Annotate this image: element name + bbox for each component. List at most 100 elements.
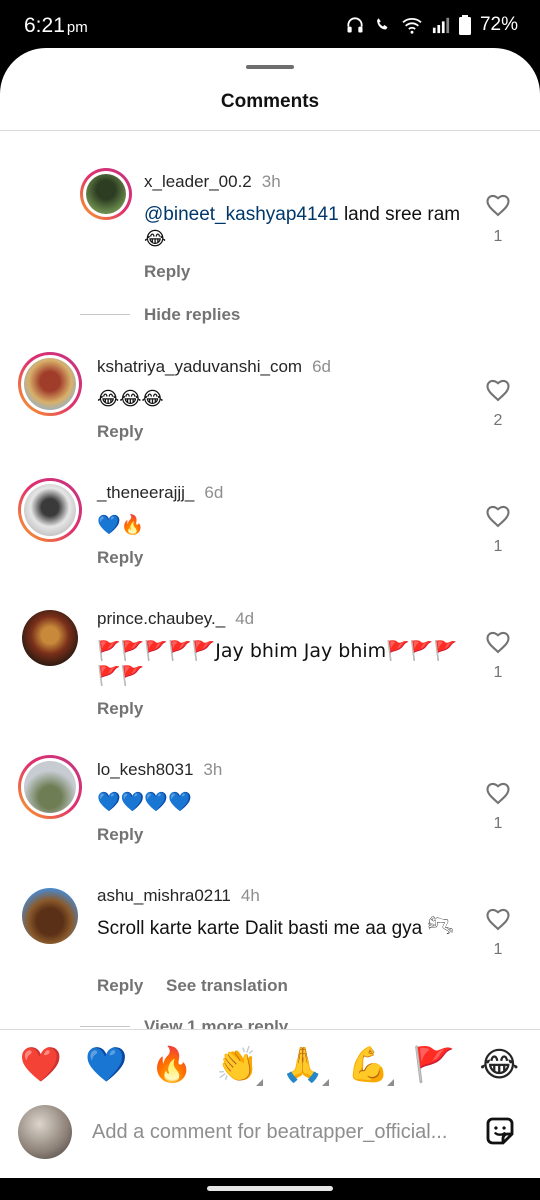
reply-button[interactable]: Reply — [144, 262, 190, 282]
thread-line — [80, 1026, 130, 1027]
comments-sheet: Comments x_leader_00.2 3h @bineet_kashyap… — [0, 48, 540, 1178]
avatar[interactable] — [22, 888, 78, 944]
comment-text: 💙💙💙💙 — [97, 791, 192, 813]
like-count: 1 — [493, 664, 503, 681]
reaction-blue-heart[interactable]: 💙 — [82, 1043, 130, 1088]
comment-username[interactable]: kshatriya_yaduvanshi_com 6d — [97, 357, 331, 377]
avatar-inner — [83, 171, 129, 217]
reaction-heart[interactable]: ❤️ — [17, 1043, 65, 1088]
reaction-pray[interactable]: 🙏 — [279, 1043, 329, 1088]
avatar-inner — [21, 758, 79, 816]
see-translation-button[interactable]: See translation — [166, 976, 288, 996]
reply-button[interactable]: Reply — [97, 699, 143, 719]
comment-username[interactable]: lo_kesh8031 3h — [97, 760, 222, 780]
like-count: 1 — [493, 941, 503, 958]
sticker-icon[interactable] — [482, 1113, 518, 1149]
hide-replies-button[interactable]: Hide replies — [144, 305, 240, 325]
comment-input[interactable] — [92, 1115, 462, 1149]
avatar-photo — [24, 358, 76, 410]
skin-tone-indicator — [387, 1079, 395, 1086]
heart-outline-icon[interactable] — [484, 779, 512, 807]
reaction-clap[interactable]: 👏 — [213, 1043, 264, 1088]
avatar-photo — [86, 174, 126, 214]
comment-username[interactable]: prince.chaubey._ 4d — [97, 609, 254, 629]
system-nav-bar — [0, 1178, 540, 1200]
wifi-icon — [401, 16, 423, 34]
current-user-avatar[interactable] — [18, 1105, 72, 1159]
comment-username[interactable]: ashu_mishra0211 4h — [97, 886, 260, 906]
username-text[interactable]: ashu_mishra0211 — [97, 886, 231, 905]
avatar-inner — [22, 610, 78, 666]
reaction-muscle-glyph: 💪 — [347, 1045, 390, 1085]
reaction-muscle[interactable]: 💪 — [344, 1043, 395, 1088]
reply-button[interactable]: Reply — [97, 825, 143, 845]
reaction-pray-glyph: 🙏 — [281, 1045, 324, 1085]
reply-button[interactable]: Reply — [97, 422, 143, 442]
reaction-fire[interactable]: 🔥 — [148, 1043, 196, 1088]
username-text[interactable]: prince.chaubey._ — [97, 609, 225, 628]
comment-username[interactable]: _theneerajjj_ 6d — [97, 483, 223, 503]
heart-outline-icon[interactable] — [484, 191, 512, 219]
username-text[interactable]: kshatriya_yaduvanshi_com — [97, 357, 302, 376]
avatar[interactable] — [80, 168, 132, 220]
battery-icon — [458, 15, 471, 35]
comment-time: 3h — [203, 760, 223, 779]
mention-link[interactable]: @bineet_kashyap4141 — [144, 204, 339, 225]
thread-line — [80, 314, 130, 315]
divider — [0, 130, 540, 131]
headphones-icon — [345, 15, 365, 35]
battery-level: 72% — [479, 14, 518, 35]
comment-time: 4h — [240, 886, 260, 905]
status-time-value: 6:21 — [24, 14, 65, 37]
comment-text: 🚩🚩🚩🚩🚩Jay bhim Jay bhim🚩🚩🚩🚩🚩 — [97, 640, 458, 687]
avatar-photo — [24, 761, 76, 813]
avatar[interactable] — [18, 755, 82, 819]
heart-outline-icon[interactable] — [484, 376, 512, 404]
comment-text: 💙🔥 — [97, 514, 145, 536]
comment-time: 6d — [204, 483, 224, 502]
drag-handle[interactable] — [246, 65, 294, 69]
username-text[interactable]: x_leader_00.2 — [144, 172, 252, 191]
quick-reactions-bar: ❤️ 💙 🔥 👏 🙏 💪 🚩 😂 — [0, 1030, 540, 1088]
home-gesture-bar[interactable] — [207, 1186, 333, 1191]
heart-outline-icon[interactable] — [484, 502, 512, 530]
comment-text: 😂😂😂 — [97, 388, 164, 410]
like-count: 1 — [493, 538, 503, 555]
signal-icon — [432, 16, 450, 34]
comment-time: 4d — [235, 609, 255, 628]
reaction-laugh[interactable]: 😂 — [475, 1043, 523, 1088]
sheet-title: Comments — [220, 91, 320, 112]
reaction-flag[interactable]: 🚩 — [410, 1043, 458, 1088]
reaction-clap-glyph: 👏 — [216, 1045, 259, 1085]
avatar-photo — [22, 888, 78, 944]
username-text[interactable]: lo_kesh8031 — [97, 760, 193, 779]
comment-text: Scroll karte karte Dalit basti me aa gya… — [97, 918, 454, 939]
reply-button[interactable]: Reply — [97, 548, 143, 568]
avatar[interactable] — [22, 610, 78, 666]
wifi-call-icon — [374, 16, 392, 34]
avatar-inner — [21, 355, 79, 413]
comment-username[interactable]: x_leader_00.2 3h — [144, 172, 281, 192]
reply-button[interactable]: Reply — [97, 976, 143, 996]
skin-tone-indicator — [321, 1079, 329, 1086]
avatar[interactable] — [18, 352, 82, 416]
avatar-photo — [24, 484, 76, 536]
avatar-inner — [22, 888, 78, 944]
status-bar: 6:21 pm 72% — [0, 0, 540, 48]
avatar-inner — [21, 481, 79, 539]
username-text[interactable]: _theneerajjj_ — [97, 483, 194, 502]
comment-time: 3h — [261, 172, 281, 191]
comment-input-row — [0, 1103, 540, 1163]
like-count: 2 — [493, 412, 503, 429]
comment-text: @bineet_kashyap4141 land sree ram 😂 — [144, 202, 464, 252]
like-count: 1 — [493, 228, 503, 245]
comment-time: 6d — [312, 357, 331, 376]
heart-outline-icon[interactable] — [484, 628, 512, 656]
status-icons: 72% — [345, 14, 518, 36]
status-ampm: pm — [66, 19, 88, 36]
avatar[interactable] — [18, 478, 82, 542]
status-time: 6:21 pm — [24, 14, 88, 38]
heart-outline-icon[interactable] — [484, 905, 512, 933]
skin-tone-indicator — [256, 1079, 264, 1086]
avatar-photo — [22, 610, 78, 666]
